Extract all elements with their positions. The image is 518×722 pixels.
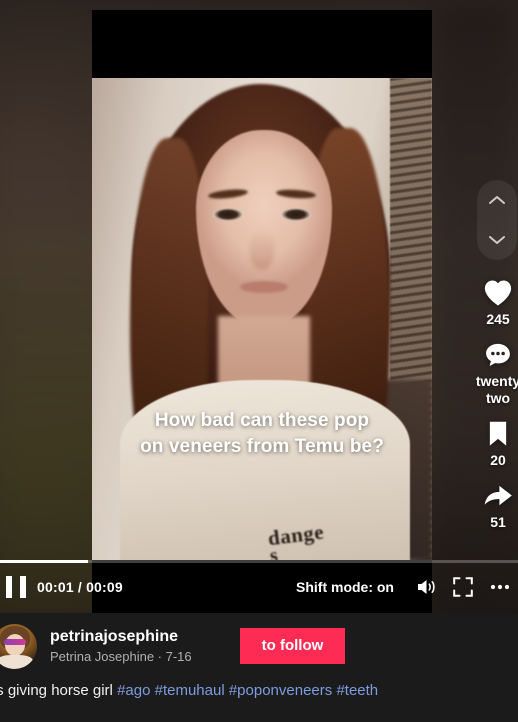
chevron-up-icon[interactable]: [488, 194, 506, 206]
hashtag-link[interactable]: #ago: [117, 682, 150, 699]
player-controls: 00:01 / 00:09 Shift mode: on: [0, 560, 518, 613]
progress-bar-track[interactable]: [0, 560, 518, 563]
subject-eye-left: [213, 208, 243, 221]
speaker-on-icon[interactable]: [412, 572, 442, 602]
video-frame: dange s: [92, 78, 432, 560]
author-handle[interactable]: petrinajosephine: [50, 627, 192, 647]
progress-bar-fill: [0, 560, 89, 563]
hashtag-list: #ago #temuhaul #poponveneers #teeth: [117, 682, 378, 699]
like-button[interactable]: 245: [474, 276, 518, 328]
like-count: 245: [486, 311, 510, 327]
comment-icon[interactable]: [481, 338, 515, 372]
hashtag-link[interactable]: #teeth: [336, 682, 378, 699]
video-navigation-pill[interactable]: [477, 180, 517, 260]
video-description: ts giving horse girl #ago #temuhaul #pop…: [0, 667, 518, 701]
subject-nose: [250, 230, 274, 270]
share-button[interactable]: 51: [474, 479, 518, 531]
video-info-panel: petrinajosephine Petrina Josephine · 7-1…: [0, 613, 518, 722]
share-count: 51: [490, 514, 506, 530]
subject-shirt: dange s: [120, 380, 410, 560]
avatar-face: [5, 633, 25, 656]
letterbox-top: [92, 10, 432, 78]
author-row: petrinajosephine Petrina Josephine · 7-1…: [0, 613, 518, 669]
interaction-rail: 245 twenty two 20 51: [470, 180, 518, 541]
shirt-graphic-text: dange: [266, 519, 326, 551]
pause-icon[interactable]: [6, 575, 26, 598]
video-stage[interactable]: dange s How bad can these pop on veneers…: [0, 0, 518, 613]
subject-eye-right: [281, 208, 311, 221]
follow-button[interactable]: to follow: [239, 628, 346, 664]
description-text: ts giving horse girl: [0, 682, 118, 699]
author-meta: petrinajosephine Petrina Josephine · 7-1…: [50, 627, 192, 666]
author-subline: Petrina Josephine · 7-16: [50, 648, 192, 664]
hashtag-link[interactable]: #poponveneers: [229, 682, 332, 699]
bookmark-count: 20: [490, 452, 506, 468]
comment-button[interactable]: twenty two: [474, 338, 518, 407]
heart-icon[interactable]: [481, 276, 515, 310]
video-surface[interactable]: dange s How bad can these pop on veneers…: [92, 10, 432, 613]
fullscreen-icon[interactable]: [448, 572, 478, 602]
video-player-page: dange s How bad can these pop on veneers…: [0, 0, 518, 722]
subject-mouth: [240, 281, 288, 293]
avatar[interactable]: [0, 623, 37, 669]
chevron-down-icon[interactable]: [488, 234, 506, 246]
avatar-body: [0, 654, 33, 669]
time-display: 00:01 / 00:09: [37, 578, 123, 595]
shift-mode-toggle[interactable]: Shift mode: on: [296, 579, 394, 595]
share-arrow-icon[interactable]: [481, 479, 515, 513]
ellipsis-icon[interactable]: [484, 572, 514, 602]
avatar-glasses: [4, 638, 26, 645]
bookmark-button[interactable]: 20: [474, 417, 518, 469]
hashtag-link[interactable]: #temuhaul: [155, 682, 225, 699]
bookmark-icon[interactable]: [481, 417, 515, 451]
comment-count: twenty two: [475, 373, 518, 406]
